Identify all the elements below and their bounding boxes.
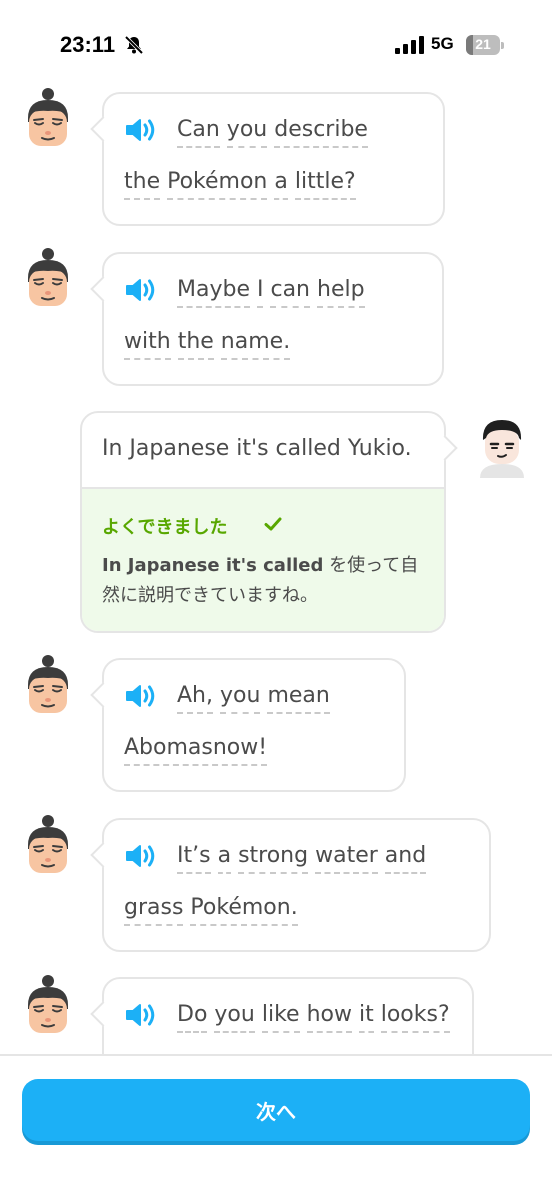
word[interactable]: mean: [267, 683, 330, 714]
message-line: Ah, you mean: [177, 682, 330, 714]
message-bubble: Ah, you mean Abomasnow!: [90, 658, 406, 792]
word[interactable]: Pokémon.: [190, 895, 298, 926]
word[interactable]: the: [124, 169, 161, 200]
word[interactable]: Can: [177, 117, 220, 148]
speaker-icon[interactable]: [124, 116, 160, 144]
tutor-avatar: [28, 815, 68, 873]
tutor-avatar: [28, 88, 68, 146]
word[interactable]: you: [214, 1002, 255, 1033]
word[interactable]: I: [256, 277, 264, 308]
user-bubble: In Japanese it's called Yukio. よくできました I…: [80, 411, 458, 633]
word[interactable]: It’s: [177, 843, 211, 874]
word[interactable]: Do: [177, 1002, 208, 1033]
word[interactable]: it: [358, 1002, 374, 1033]
word[interactable]: Ah,: [177, 683, 213, 714]
speaker-icon[interactable]: [124, 276, 160, 304]
conversation[interactable]: Can you describe the Pokémon a little? M…: [0, 0, 552, 1055]
word[interactable]: Maybe: [177, 277, 250, 308]
speaker-icon[interactable]: [124, 682, 160, 710]
user-avatar: [480, 420, 524, 478]
word[interactable]: water: [315, 843, 378, 874]
feedback-highlight: In Japanese it's called: [102, 555, 324, 576]
tutor-avatar: [28, 248, 68, 306]
message-line: Maybe I can help: [177, 276, 365, 308]
word[interactable]: can: [270, 277, 311, 308]
tutor-avatar: [28, 975, 68, 1033]
feedback-text: In Japanese it's called を使って自然に説明できていますね…: [102, 551, 432, 611]
word[interactable]: how: [306, 1002, 352, 1033]
word[interactable]: name.: [220, 329, 291, 360]
tutor-avatar: [28, 655, 68, 713]
message-line: the Pokémon a little?: [124, 168, 356, 200]
word[interactable]: and: [384, 843, 427, 874]
user-message-text: In Japanese it's called Yukio.: [102, 436, 412, 461]
word[interactable]: with: [124, 329, 171, 360]
word[interactable]: little?: [294, 169, 356, 200]
message-bubble: Maybe I can help with the name.: [90, 252, 444, 386]
checkmark-icon: [264, 517, 282, 531]
footer-divider: [0, 1054, 552, 1056]
word[interactable]: a: [274, 169, 288, 200]
word[interactable]: Abomasnow!: [124, 735, 268, 766]
message-line: Do you like how it looks?: [177, 1001, 450, 1033]
word[interactable]: help: [317, 277, 365, 308]
message-line: Abomasnow!: [124, 734, 268, 766]
word[interactable]: you: [220, 683, 261, 714]
word[interactable]: grass: [124, 895, 184, 926]
next-button[interactable]: 次へ: [22, 1079, 530, 1141]
word[interactable]: strong: [238, 843, 309, 874]
message-bubble: It’s a strong water and grass Pokémon.: [90, 818, 491, 952]
word[interactable]: like: [261, 1002, 300, 1033]
word[interactable]: the: [177, 329, 214, 360]
message-bubble: Can you describe the Pokémon a little?: [90, 92, 445, 226]
word[interactable]: looks?: [380, 1002, 450, 1033]
word[interactable]: Pokémon: [167, 169, 268, 200]
message-line: Can you describe: [177, 116, 368, 148]
message-bubble: Do you like how it looks?: [90, 977, 474, 1055]
word[interactable]: you: [226, 117, 268, 148]
word[interactable]: describe: [274, 117, 368, 148]
word[interactable]: a: [217, 843, 232, 874]
speaker-icon[interactable]: [124, 1001, 160, 1029]
message-line: with the name.: [124, 328, 291, 360]
feedback-title: よくできました: [102, 517, 228, 538]
message-line: It’s a strong water and: [177, 842, 427, 874]
speaker-icon[interactable]: [124, 842, 160, 870]
feedback-panel: よくできました In Japanese it's called を使って自然に説…: [82, 487, 444, 631]
message-line: grass Pokémon.: [124, 894, 298, 926]
